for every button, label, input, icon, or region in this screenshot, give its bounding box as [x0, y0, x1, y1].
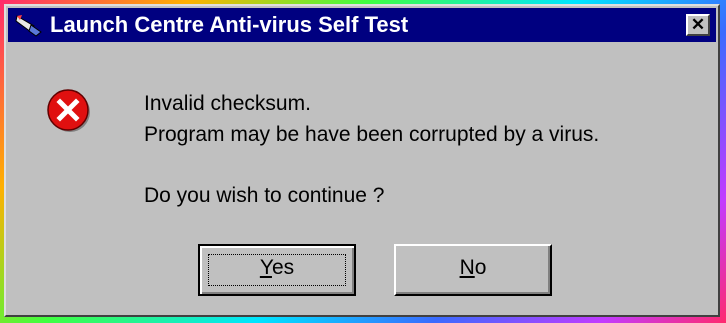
continue-question: Do you wish to continue ? — [144, 184, 385, 207]
error-icon — [47, 89, 90, 132]
message-line: Invalid checksum. — [144, 92, 311, 115]
dialog-window: Launch Centre Anti-virus Self Test ✕ Inv… — [4, 4, 720, 317]
yes-button[interactable]: Yes — [198, 244, 356, 296]
rocket-icon — [15, 15, 42, 37]
desktop-background: Launch Centre Anti-virus Self Test ✕ Inv… — [0, 0, 726, 323]
dialog-title: Launch Centre Anti-virus Self Test — [50, 12, 409, 37]
yes-button-label: Yes — [259, 256, 295, 279]
error-message: Invalid checksum. Program may be have be… — [144, 88, 599, 150]
message-line: Program may be have been corrupted by a … — [144, 123, 600, 146]
no-button[interactable]: No — [394, 244, 552, 296]
close-icon: ✕ — [690, 15, 706, 34]
close-button[interactable]: ✕ — [686, 14, 710, 36]
no-button-label: No — [459, 256, 487, 279]
title-bar[interactable]: Launch Centre Anti-virus Self Test ✕ — [8, 8, 716, 42]
